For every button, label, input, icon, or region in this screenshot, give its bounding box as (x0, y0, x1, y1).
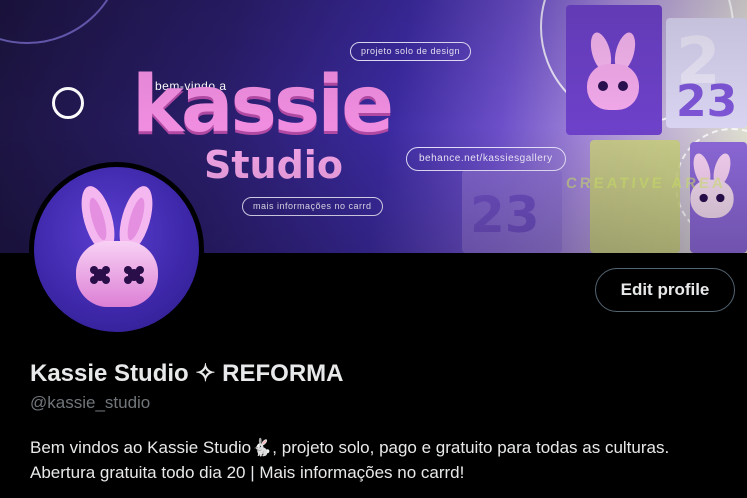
bunny-mascot-icon (76, 186, 158, 307)
edit-profile-button[interactable]: Edit profile (595, 268, 735, 312)
creative-area-text: CREATIVE AREA (565, 175, 727, 192)
profile-bio: Bem vindos ao Kassie Studio🐇, projeto so… (30, 438, 670, 482)
carrd-pill: mais informações no carrd (242, 197, 383, 216)
design-pill: projeto solo de design (350, 42, 472, 61)
decor-number: 23 (676, 76, 738, 127)
behance-pill: behance.net/kassiesgallery (406, 147, 566, 171)
profile-avatar[interactable] (29, 162, 204, 337)
user-handle: @kassie_studio (30, 393, 151, 412)
display-name: Kassie Studio ✧ REFORMA (30, 360, 344, 387)
banner-tile (590, 140, 680, 253)
ring-decoration (0, 0, 124, 44)
avatar-image (34, 167, 199, 332)
bunny-icon (587, 32, 639, 110)
logo-wordmark: kassie (132, 60, 394, 150)
decor-number: 23 (470, 186, 540, 244)
ring-decoration (52, 87, 84, 119)
logo-subtitle: Studio (204, 143, 343, 187)
